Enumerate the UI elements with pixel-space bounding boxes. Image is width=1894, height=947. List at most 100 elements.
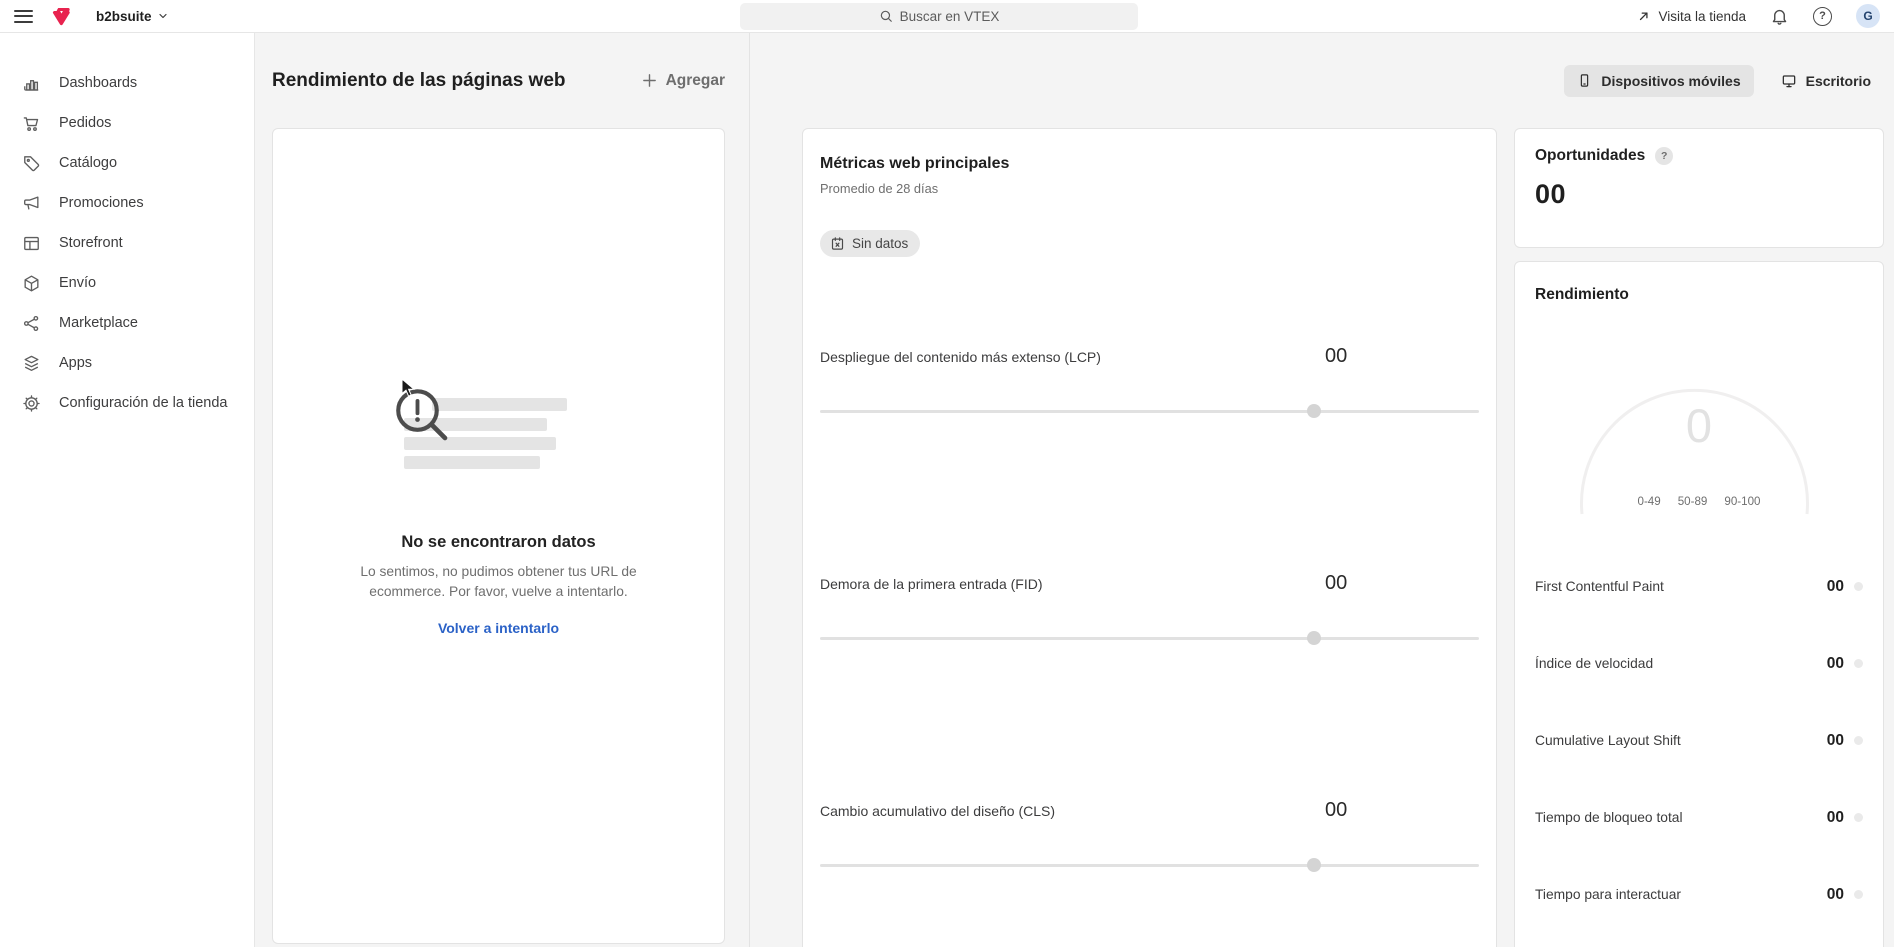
bar-chart-icon — [22, 74, 41, 93]
metrics-card-subtitle: Promedio de 28 días — [820, 181, 1479, 196]
status-dot — [1854, 582, 1863, 591]
notifications-bell-icon[interactable] — [1770, 7, 1789, 26]
metric-slider — [820, 858, 1479, 872]
device-toggle: Dispositivos móviles Escritorio — [1564, 65, 1884, 97]
perf-row-fcp: First Contentful Paint 00 — [1535, 548, 1863, 625]
menu-icon[interactable] — [14, 10, 33, 23]
metric-label: Demora de la primera entrada (FID) — [820, 576, 1325, 592]
opportunities-value: 00 — [1535, 179, 1863, 210]
sidebar-item-pedidos[interactable]: Pedidos — [0, 103, 254, 143]
perf-row-tbt: Tiempo de bloqueo total 00 — [1535, 779, 1863, 856]
sidebar-item-label: Dashboards — [59, 75, 137, 91]
perf-row-value: 00 — [1827, 809, 1844, 827]
mobile-toggle-label: Dispositivos móviles — [1601, 73, 1740, 89]
tag-icon — [22, 154, 41, 173]
range-high: 90-100 — [1724, 495, 1760, 508]
plus-icon — [641, 72, 658, 89]
opportunities-help-icon[interactable]: ? — [1655, 147, 1673, 165]
visit-store-link[interactable]: Visita la tienda — [1637, 9, 1746, 24]
add-button[interactable]: Agregar — [641, 72, 725, 90]
layers-icon — [22, 354, 41, 373]
slider-thumb[interactable] — [1307, 631, 1321, 645]
range-low: 0-49 — [1638, 495, 1661, 508]
status-dot — [1854, 890, 1863, 899]
sidebar-item-label: Storefront — [59, 235, 123, 251]
metric-fid: Demora de la primera entrada (FID) 00 — [820, 528, 1479, 755]
retry-link[interactable]: Volver a intentarlo — [438, 620, 559, 636]
web-pages-performance-region: Rendimiento de las páginas web Agregar N… — [255, 33, 750, 947]
desktop-monitor-icon — [1781, 73, 1797, 89]
slider-thumb[interactable] — [1307, 404, 1321, 418]
sidebar-item-envio[interactable]: Envío — [0, 263, 254, 303]
status-dot — [1854, 659, 1863, 668]
empty-state-card: No se encontraron datos Lo sentimos, no … — [272, 128, 725, 944]
vtex-logo[interactable] — [51, 7, 72, 26]
sidebar-item-catalogo[interactable]: Catálogo — [0, 143, 254, 183]
slider-thumb[interactable] — [1307, 858, 1321, 872]
desktop-toggle-label: Escritorio — [1806, 73, 1871, 89]
status-dot — [1854, 813, 1863, 822]
no-data-badge-label: Sin datos — [852, 236, 908, 251]
no-data-illustration — [404, 395, 594, 491]
perf-row-value: 00 — [1827, 732, 1844, 750]
perf-row-value: 00 — [1827, 655, 1844, 673]
sidebar-item-dashboards[interactable]: Dashboards — [0, 63, 254, 103]
status-dot — [1854, 736, 1863, 745]
chevron-down-icon — [157, 10, 169, 22]
sidebar: Dashboards Pedidos Catálogo Promociones … — [0, 33, 255, 947]
search-placeholder: Buscar en VTEX — [900, 9, 1000, 24]
visit-store-label: Visita la tienda — [1658, 9, 1746, 24]
sidebar-item-label: Pedidos — [59, 115, 111, 131]
global-search-input[interactable]: Buscar en VTEX — [740, 3, 1138, 30]
help-icon[interactable]: ? — [1813, 7, 1832, 26]
sidebar-item-marketplace[interactable]: Marketplace — [0, 303, 254, 343]
perf-row-value: 00 — [1827, 578, 1844, 596]
search-icon — [879, 9, 893, 23]
no-data-badge: Sin datos — [820, 230, 920, 257]
mobile-devices-toggle[interactable]: Dispositivos móviles — [1564, 65, 1753, 97]
perf-row-label: Tiempo de bloqueo total — [1535, 810, 1683, 825]
opportunities-card: Oportunidades ? 00 — [1514, 128, 1884, 248]
sidebar-item-promociones[interactable]: Promociones — [0, 183, 254, 223]
layout-icon — [22, 234, 41, 253]
range-mid: 50-89 — [1678, 495, 1708, 508]
empty-state-title: No se encontraron datos — [339, 533, 659, 552]
performance-summary-region: Dispositivos móviles Escritorio Oportuni… — [1514, 33, 1894, 947]
metric-cls: Cambio acumulativo del diseño (CLS) 00 — [820, 755, 1479, 947]
sidebar-item-label: Promociones — [59, 195, 144, 211]
topbar: b2bsuite Buscar en VTEX Visita la tienda… — [0, 0, 1894, 33]
metric-lcp: Despliegue del contenido más extenso (LC… — [820, 301, 1479, 528]
empty-state-description-line2: ecommerce. Por favor, vuelve a intentarl… — [339, 582, 659, 602]
account-switcher[interactable]: b2bsuite — [96, 9, 169, 24]
perf-row-lcp: Largest Contentful Paint 00 — [1535, 933, 1863, 947]
perf-row-speed-index: Índice de velocidad 00 — [1535, 625, 1863, 702]
performance-card: Rendimiento 0 0-49 50-89 90-100 — [1514, 261, 1884, 947]
perf-row-label: First Contentful Paint — [1535, 579, 1664, 594]
megaphone-icon — [22, 194, 41, 213]
metric-label: Despliegue del contenido más extenso (LC… — [820, 349, 1325, 365]
sidebar-item-label: Marketplace — [59, 315, 138, 331]
performance-title: Rendimiento — [1535, 286, 1863, 304]
sidebar-item-apps[interactable]: Apps — [0, 343, 254, 383]
perf-row-cls: Cumulative Layout Shift 00 — [1535, 702, 1863, 779]
gauge-value: 0 — [1535, 398, 1863, 453]
core-web-metrics-region: Métricas web principales Promedio de 28 … — [750, 33, 1514, 947]
perf-row-label: Tiempo para interactuar — [1535, 887, 1681, 902]
desktop-toggle[interactable]: Escritorio — [1768, 65, 1884, 97]
sidebar-item-label: Apps — [59, 355, 92, 371]
perf-row-label: Índice de velocidad — [1535, 656, 1653, 671]
sidebar-item-configuracion[interactable]: Configuración de la tienda — [0, 383, 254, 423]
perf-row-value: 00 — [1827, 886, 1844, 904]
account-name: b2bsuite — [96, 9, 152, 24]
empty-state-description-line1: Lo sentimos, no pudimos obtener tus URL … — [339, 562, 659, 582]
performance-gauge: 0 0-49 50-89 90-100 — [1535, 310, 1863, 520]
arrow-up-right-icon — [1637, 9, 1651, 23]
metrics-card-title: Métricas web principales — [820, 155, 1479, 173]
perf-row-tti: Tiempo para interactuar 00 — [1535, 856, 1863, 933]
metric-slider — [820, 404, 1479, 418]
main-content: Rendimiento de las páginas web Agregar N… — [255, 33, 1894, 947]
sidebar-item-storefront[interactable]: Storefront — [0, 223, 254, 263]
avatar[interactable]: G — [1856, 4, 1880, 28]
cube-icon — [22, 274, 41, 293]
metric-label: Cambio acumulativo del diseño (CLS) — [820, 803, 1325, 819]
